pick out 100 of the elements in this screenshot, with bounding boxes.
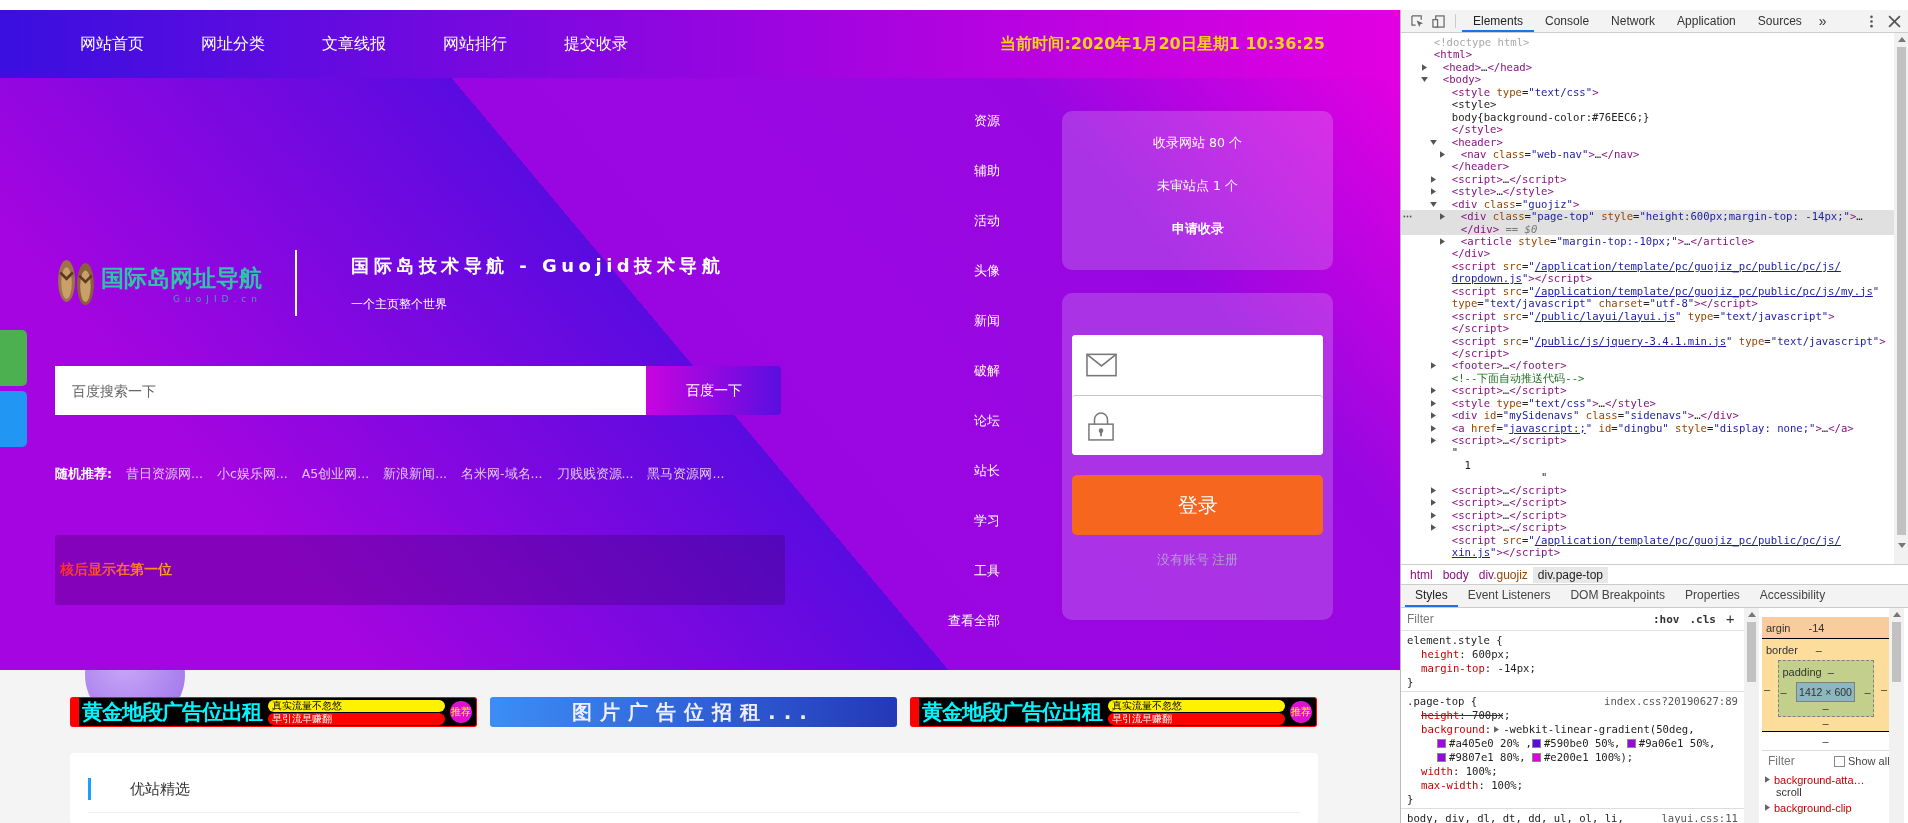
nav-link[interactable]: 网站排行 bbox=[443, 33, 507, 55]
code-line[interactable]: <style type="text/css">…</style> bbox=[1401, 396, 1894, 410]
code-line[interactable]: <script>…</script> bbox=[1401, 496, 1894, 509]
css-declaration[interactable]: margin-top: -14px; bbox=[1407, 661, 1744, 675]
code-link[interactable]: /application/template/pc/guojiz_pc/public/pc/js/my.js bbox=[1534, 284, 1873, 297]
nav-link[interactable]: 提交收录 bbox=[564, 33, 628, 55]
code-line[interactable]: <footer>…</footer> bbox=[1401, 359, 1894, 372]
nav-link[interactable]: 文章线报 bbox=[322, 33, 386, 55]
caret-icon[interactable] bbox=[1494, 725, 1500, 733]
code-link[interactable]: /application/template/pc/guojiz_pc/public/pc/js/ bbox=[1534, 259, 1841, 272]
code-line[interactable]: <script src="/application/template/pc/guojiz_pc/public/pc/js/ bbox=[1401, 533, 1894, 546]
category-link[interactable]: 破解 bbox=[974, 346, 1000, 396]
code-link[interactable]: dropdown.js bbox=[1451, 272, 1522, 285]
category-link[interactable]: 新闻 bbox=[974, 296, 1000, 346]
code-line[interactable]: <html> bbox=[1401, 48, 1894, 61]
caret-icon[interactable] bbox=[1431, 175, 1436, 183]
caret-icon[interactable] bbox=[1765, 804, 1770, 811]
more-tabs-button[interactable]: » bbox=[1818, 13, 1827, 29]
code-line[interactable]: type="text/javascript" charset="utf-8"></script> bbox=[1401, 297, 1894, 310]
css-declaration[interactable]: background: -webkit-linear-gradient(50deg, bbox=[1407, 722, 1744, 736]
breadcrumb-item[interactable]: html bbox=[1405, 566, 1438, 583]
caret-icon[interactable] bbox=[1440, 238, 1445, 245]
checkbox-label[interactable]: Show all bbox=[1848, 755, 1889, 767]
panel-tab[interactable]: Styles bbox=[1405, 585, 1458, 607]
password-field[interactable] bbox=[1072, 395, 1323, 455]
nav-link[interactable]: 网站首页 bbox=[80, 33, 144, 55]
category-link[interactable]: 工具 bbox=[974, 546, 1000, 596]
caret-icon[interactable] bbox=[1431, 499, 1436, 507]
code-line[interactable]: <head>…</head> bbox=[1401, 60, 1894, 74]
panel-tab[interactable]: Accessibility bbox=[1749, 585, 1836, 607]
code-line[interactable]: <style type="text/css"> bbox=[1401, 85, 1894, 99]
devtools-tab[interactable]: Network bbox=[1600, 10, 1667, 32]
devtools-tab[interactable]: Console bbox=[1534, 10, 1601, 32]
code-line[interactable]: <script src="/application/template/pc/guojiz_pc/public/pc/js/ bbox=[1401, 259, 1894, 273]
caret-icon[interactable] bbox=[1431, 424, 1436, 432]
caret-icon[interactable] bbox=[1422, 63, 1427, 71]
code-link[interactable]: /public/js/jquery-3.4.1.min.js bbox=[1534, 334, 1727, 347]
code-line[interactable]: <style> bbox=[1401, 98, 1894, 111]
breadcrumb-item[interactable]: body bbox=[1437, 566, 1474, 583]
scroll-up-icon[interactable] bbox=[1747, 612, 1756, 617]
code-line[interactable]: <div class="guojiz"> bbox=[1401, 197, 1894, 211]
category-link[interactable]: 论坛 bbox=[974, 396, 1000, 446]
caret-icon[interactable] bbox=[1421, 77, 1428, 83]
category-link[interactable]: 站长 bbox=[974, 446, 1000, 496]
code-link[interactable]: /application/template/pc/guojiz_pc/public/pc/js/ bbox=[1534, 533, 1841, 546]
code-line[interactable]: <!--下面自动推送代码--> bbox=[1401, 371, 1894, 385]
code-line[interactable]: <nav class="web-nav">…</nav> bbox=[1401, 147, 1894, 161]
css-declaration[interactable]: width: 100%; bbox=[1407, 764, 1744, 778]
caret-icon[interactable] bbox=[1431, 362, 1436, 370]
random-link[interactable]: 刀贱贱资源... bbox=[556, 465, 634, 483]
scrollbar[interactable] bbox=[1889, 608, 1904, 823]
css-declaration[interactable]: max-width: 100%; bbox=[1407, 778, 1744, 792]
code-line[interactable]: <script src="/application/template/pc/guojiz_pc/public/pc/js/my.js" bbox=[1401, 284, 1894, 298]
random-link[interactable]: 昔日资源网... bbox=[126, 465, 203, 483]
code-line[interactable]: <script>…</script> bbox=[1401, 172, 1894, 186]
caret-icon[interactable] bbox=[1431, 486, 1436, 494]
panel-tab[interactable]: DOM Breakpoints bbox=[1560, 585, 1676, 607]
color-swatch[interactable] bbox=[1531, 738, 1541, 748]
hov-button[interactable]: :hov bbox=[1653, 612, 1680, 626]
code-line[interactable]: dropdown.js"></script> bbox=[1401, 272, 1894, 285]
color-swatch[interactable] bbox=[1531, 752, 1541, 762]
code-line[interactable]: </script> bbox=[1401, 346, 1894, 360]
scrollbar-thumb[interactable] bbox=[1892, 622, 1901, 682]
code-line[interactable]: <div id="mySidenavs" class="sidenavs">…</div> bbox=[1401, 409, 1894, 422]
code-line[interactable]: </div> bbox=[1401, 247, 1894, 260]
breadcrumb-item[interactable]: div.page-top bbox=[1532, 566, 1608, 583]
random-link[interactable]: 黑马资源网... bbox=[647, 465, 725, 483]
search-button[interactable]: 百度一下 bbox=[646, 366, 781, 415]
device-icon[interactable] bbox=[1432, 14, 1445, 28]
code-link[interactable]: /public/layui/layui.js bbox=[1534, 309, 1676, 322]
scrollbar[interactable] bbox=[1894, 33, 1908, 564]
code-line[interactable]: <script>…</script> bbox=[1401, 434, 1894, 447]
caret-icon[interactable] bbox=[1430, 201, 1437, 207]
code-line[interactable]: <script>…</script> bbox=[1401, 521, 1894, 534]
code-line[interactable]: </script> bbox=[1401, 322, 1894, 335]
category-link[interactable]: 学习 bbox=[974, 496, 1000, 546]
color-swatch[interactable] bbox=[1626, 738, 1636, 748]
code-line[interactable]: " bbox=[1401, 446, 1894, 459]
ad-banner[interactable]: 图片广告位招租... bbox=[490, 697, 897, 727]
devtools-tab[interactable]: Elements bbox=[1462, 10, 1535, 32]
menu-icon[interactable] bbox=[1869, 14, 1874, 28]
color-swatch[interactable] bbox=[1437, 738, 1446, 748]
apply-link[interactable]: 申请收录 bbox=[1171, 207, 1224, 250]
color-swatch[interactable] bbox=[1437, 752, 1446, 762]
panel-tab[interactable]: Properties bbox=[1675, 585, 1750, 607]
caret-icon[interactable] bbox=[1765, 776, 1770, 783]
scrollbar[interactable] bbox=[1744, 608, 1759, 823]
code-line[interactable]: </style> bbox=[1401, 123, 1894, 136]
code-link[interactable]: javascript:; bbox=[1509, 421, 1586, 434]
search-field[interactable]: 百度搜索一下 bbox=[55, 366, 646, 415]
category-link[interactable]: 头像 bbox=[974, 246, 1000, 296]
nav-link[interactable]: 网址分类 bbox=[201, 33, 265, 55]
category-link[interactable]: 资源 bbox=[974, 96, 1000, 146]
category-link[interactable]: 辅助 bbox=[974, 146, 1000, 196]
code-line[interactable]: <script src="/public/js/jquery-3.4.1.min.js" type="text/javascript"> bbox=[1401, 334, 1894, 347]
caret-icon[interactable] bbox=[1431, 524, 1436, 532]
random-link[interactable]: 小c娱乐网... bbox=[216, 465, 288, 483]
code-line[interactable]: <article style="margin-top:-10px;">…</article> bbox=[1401, 235, 1894, 248]
random-link[interactable]: 新浪新闻... bbox=[383, 465, 448, 483]
caret-icon[interactable] bbox=[1440, 213, 1445, 221]
